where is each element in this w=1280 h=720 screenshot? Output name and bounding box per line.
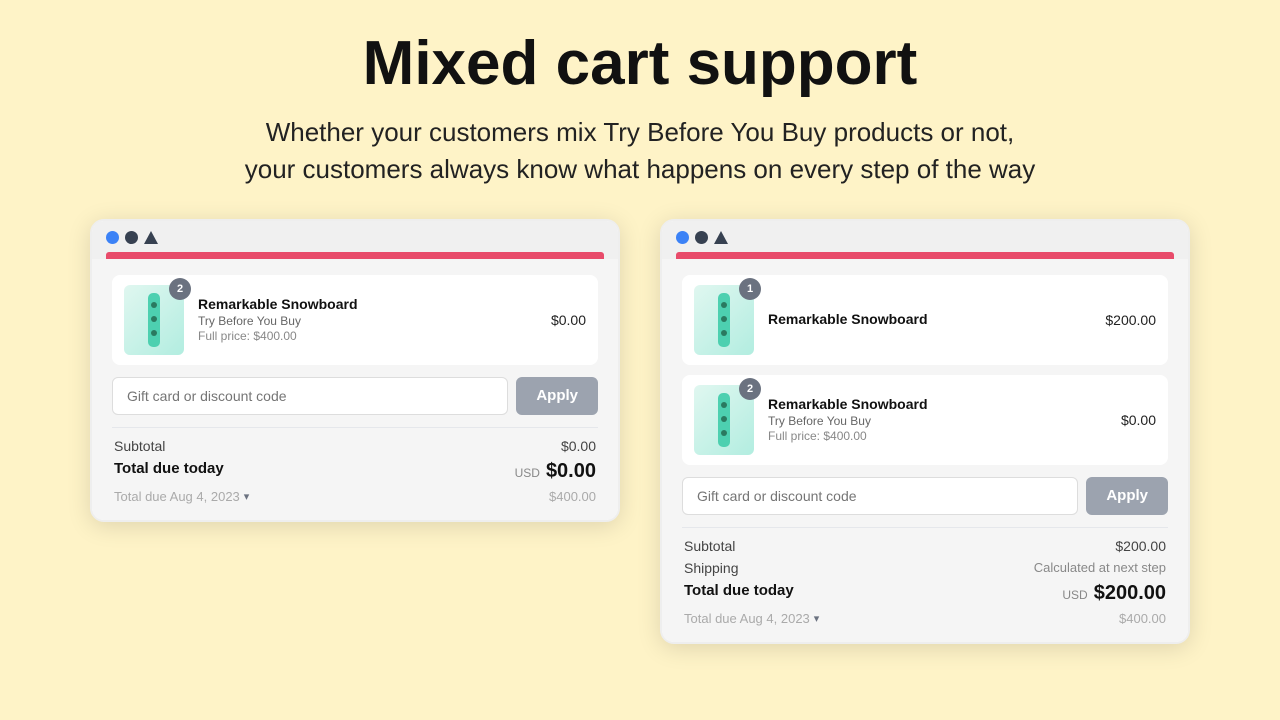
item-image-wrap-right-2: 2: [694, 385, 754, 455]
future-label-right: Total due Aug 4, 2023: [684, 611, 810, 626]
item-name-right-1: Remarkable Snowboard: [768, 311, 1095, 327]
item-tag-right-2: Try Before You Buy: [768, 414, 1111, 428]
item-price-right-1: $200.00: [1105, 312, 1156, 328]
dot-triangle-right: [714, 231, 728, 244]
cart-item-right-2: 2 Remarkable Snowboard Try Before You Bu…: [682, 375, 1168, 465]
discount-row-right: Apply: [682, 477, 1168, 515]
total-usd-left: USD: [515, 466, 540, 480]
subtotal-value-left: $0.00: [561, 438, 596, 454]
page-subtitle: Whether your customers mix Try Before Yo…: [245, 114, 1036, 187]
item-price-right-2: $0.00: [1121, 412, 1156, 428]
subtotal-row-right: Subtotal $200.00: [682, 538, 1168, 554]
browser-bar-right: [676, 252, 1174, 259]
total-row-right: Total due today USD $200.00: [682, 582, 1168, 605]
item-tag-left: Try Before You Buy: [198, 314, 541, 328]
page-title: Mixed cart support: [363, 30, 918, 98]
divider-right: [682, 527, 1168, 528]
item-fullprice-right-2: Full price: $400.00: [768, 429, 1111, 443]
cart-item-left: 2 Remarkable Snowboard Try Before You Bu…: [112, 275, 598, 365]
browser-titlebar-right: [662, 221, 1188, 259]
subtotal-label-left: Subtotal: [114, 438, 165, 454]
total-amount-left: $0.00: [546, 460, 596, 483]
discount-input-left[interactable]: [112, 377, 508, 415]
item-badge-right-2: 2: [739, 378, 761, 400]
total-amount-right: $200.00: [1094, 582, 1166, 605]
cards-row: 2 Remarkable Snowboard Try Before You Bu…: [40, 219, 1240, 644]
discount-row-left: Apply: [112, 377, 598, 415]
dot-dark-right: [695, 231, 708, 244]
shipping-row-right: Shipping Calculated at next step: [682, 560, 1168, 576]
item-info-right-2: Remarkable Snowboard Try Before You Buy …: [768, 396, 1111, 443]
item-price-left: $0.00: [551, 312, 586, 328]
cart-item-right-1: 1 Remarkable Snowboard $200.00: [682, 275, 1168, 365]
future-due-right: Total due Aug 4, 2023 ▾ $400.00: [682, 611, 1168, 626]
browser-bar-left: [106, 252, 604, 259]
discount-input-right[interactable]: [682, 477, 1078, 515]
browser-dots-right: [676, 231, 1174, 244]
future-due-left: Total due Aug 4, 2023 ▾ $400.00: [112, 489, 598, 504]
total-right-left: USD $0.00: [515, 460, 596, 483]
browser-titlebar-left: [92, 221, 618, 259]
apply-button-right[interactable]: Apply: [1086, 477, 1168, 515]
dot-blue-right: [676, 231, 689, 244]
cart-left-window: 2 Remarkable Snowboard Try Before You Bu…: [90, 219, 620, 522]
item-info-left: Remarkable Snowboard Try Before You Buy …: [198, 296, 541, 343]
total-row-left: Total due today USD $0.00: [112, 460, 598, 483]
future-date-right: Total due Aug 4, 2023 ▾: [684, 611, 819, 626]
cart-right-window: 1 Remarkable Snowboard $200.00: [660, 219, 1190, 644]
dot-blue-left: [106, 231, 119, 244]
future-value-left: $400.00: [549, 489, 596, 504]
item-image-wrap-left: 2: [124, 285, 184, 355]
subtotal-value-right: $200.00: [1115, 538, 1166, 554]
subtotal-row-left: Subtotal $0.00: [112, 438, 598, 454]
cart-right-content: 1 Remarkable Snowboard $200.00: [662, 259, 1188, 642]
item-badge-right-1: 1: [739, 278, 761, 300]
item-fullprice-left: Full price: $400.00: [198, 329, 541, 343]
apply-button-left[interactable]: Apply: [516, 377, 598, 415]
browser-dots-left: [106, 231, 604, 244]
future-label-left: Total due Aug 4, 2023: [114, 489, 240, 504]
future-date-left: Total due Aug 4, 2023 ▾: [114, 489, 249, 504]
total-label-left: Total due today: [114, 460, 224, 483]
shipping-value-right: Calculated at next step: [1034, 560, 1166, 576]
total-usd-right: USD: [1062, 588, 1087, 602]
chevron-icon-right: ▾: [814, 612, 820, 625]
item-name-right-2: Remarkable Snowboard: [768, 396, 1111, 412]
item-name-left: Remarkable Snowboard: [198, 296, 541, 312]
future-value-right: $400.00: [1119, 611, 1166, 626]
divider-left: [112, 427, 598, 428]
subtotal-label-right: Subtotal: [684, 538, 735, 554]
chevron-icon-left: ▾: [244, 490, 250, 503]
item-badge-left: 2: [169, 278, 191, 300]
item-image-wrap-right-1: 1: [694, 285, 754, 355]
dot-dark-left: [125, 231, 138, 244]
item-info-right-1: Remarkable Snowboard: [768, 311, 1095, 329]
total-label-right: Total due today: [684, 582, 794, 605]
cart-left-content: 2 Remarkable Snowboard Try Before You Bu…: [92, 259, 618, 520]
total-right-right: USD $200.00: [1062, 582, 1166, 605]
dot-triangle-left: [144, 231, 158, 244]
shipping-label-right: Shipping: [684, 560, 739, 576]
